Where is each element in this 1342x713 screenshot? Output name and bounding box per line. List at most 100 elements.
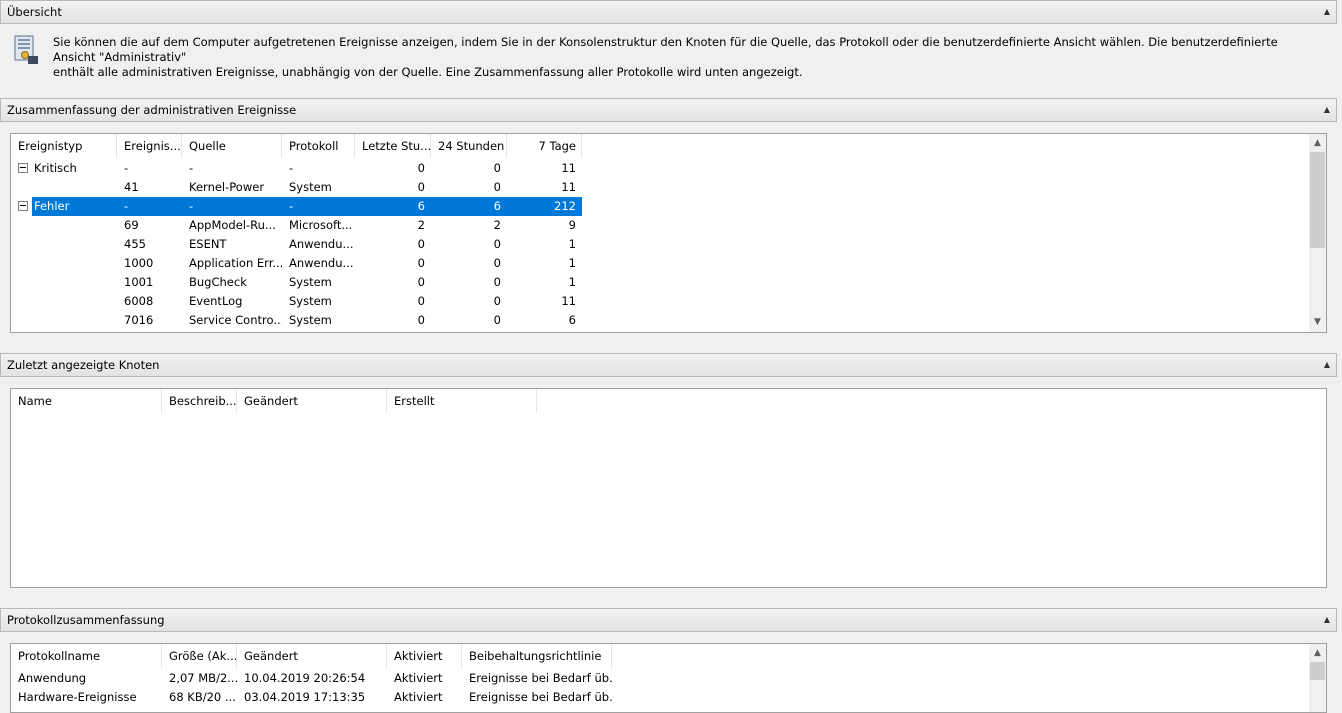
- recent-nodes-header[interactable]: Zuletzt angezeigte Knoten ▲: [0, 353, 1337, 377]
- cell-protokollname: Hardware-Ereignisse: [18, 690, 137, 704]
- scroll-down-icon[interactable]: ▼: [1309, 314, 1326, 331]
- cell-protokoll: System: [289, 275, 332, 289]
- overview-title: Übersicht: [7, 5, 62, 19]
- log-summary-list[interactable]: Protokollname Größe (Ak... Geändert Akti…: [10, 643, 1327, 713]
- cell-letzte-stunde: 0: [417, 237, 425, 251]
- cell-24-stunden: 2: [493, 218, 501, 232]
- table-row[interactable]: Kritisch - - - 0 0 11: [11, 159, 582, 178]
- cell-ereignistyp: [11, 178, 117, 197]
- col-header-aktiviert[interactable]: Aktiviert: [387, 644, 462, 668]
- cell-letzte-stunde: 0: [417, 313, 425, 327]
- table-row[interactable]: 1001 BugCheck System 0 0 1: [11, 273, 582, 292]
- cell-ereignis-id: 455: [124, 237, 146, 251]
- cell-quelle: Application Err...: [189, 256, 282, 270]
- table-row[interactable]: 455 ESENT Anwendu... 0 0 1: [11, 235, 582, 254]
- col-header-erstellt[interactable]: Erstellt: [387, 389, 537, 413]
- cell-24-stunden: 0: [493, 313, 501, 327]
- cell-protokoll: System: [289, 313, 332, 327]
- cell-beibehaltungsrichtlinie: Ereignisse bei Bedarf üb...: [469, 671, 612, 685]
- collapse-chevron-icon[interactable]: ▲: [1324, 99, 1330, 121]
- cell-7-tage: 1: [568, 237, 576, 251]
- overview-description-line2: enthält alle administrativen Ereignisse,…: [53, 65, 803, 79]
- scroll-up-icon[interactable]: ▲: [1309, 135, 1326, 152]
- overview-header[interactable]: Übersicht ▲: [0, 0, 1337, 24]
- cell-24-stunden: 0: [493, 237, 501, 251]
- cell-protokoll: System: [289, 294, 332, 308]
- admin-summary-title: Zusammenfassung der administrativen Erei…: [7, 103, 297, 117]
- collapse-chevron-icon[interactable]: ▲: [1324, 609, 1330, 631]
- table-row[interactable]: Fehler - - - 6 6 212: [11, 197, 582, 216]
- cell-letzte-stunde: 0: [417, 256, 425, 270]
- cell-ereignistyp: [11, 311, 117, 330]
- col-header-protokollname[interactable]: Protokollname: [11, 644, 162, 668]
- cell-quelle: AppModel-Ru...: [189, 218, 276, 232]
- cell-7-tage: 9: [568, 218, 576, 232]
- col-header-7-tage[interactable]: 7 Tage: [507, 134, 582, 158]
- cell-geaendert: 03.04.2019 17:13:35: [244, 690, 366, 704]
- cell-ereignistyp: [11, 235, 117, 254]
- admin-summary-header[interactable]: Zusammenfassung der administrativen Erei…: [0, 98, 1337, 122]
- col-header-name[interactable]: Name: [11, 389, 162, 413]
- cell-geaendert: 10.04.2019 20:26:54: [244, 671, 366, 685]
- table-row[interactable]: 7016 Service Contro... System 0 0 6: [11, 311, 582, 330]
- cell-protokollname: Anwendung: [18, 671, 87, 685]
- cell-quelle: BugCheck: [189, 275, 247, 289]
- cell-beibehaltungsrichtlinie: Ereignisse bei Bedarf üb...: [469, 690, 612, 704]
- cell-ereignistyp: [11, 292, 117, 311]
- cell-24-stunden: 0: [493, 275, 501, 289]
- cell-7-tage: 1: [568, 256, 576, 270]
- col-header-groesse[interactable]: Größe (Ak...: [162, 644, 237, 668]
- log-summary-title: Protokollzusammenfassung: [7, 613, 165, 627]
- cell-quelle: -: [189, 199, 194, 213]
- overview-description-line1: Sie können die auf dem Computer aufgetre…: [53, 35, 1278, 64]
- table-row[interactable]: 6008 EventLog System 0 0 11: [11, 292, 582, 311]
- cell-protokoll: -: [289, 161, 294, 175]
- log-summary-header[interactable]: Protokollzusammenfassung ▲: [0, 608, 1337, 632]
- cell-ereignis-id: 1001: [124, 275, 154, 289]
- col-header-beibehaltungsrichtlinie[interactable]: Beibehaltungsrichtlinie: [462, 644, 612, 668]
- table-row[interactable]: 1000 Application Err... Anwendu... 0 0 1: [11, 254, 582, 273]
- cell-protokoll: Anwendu...: [289, 237, 354, 251]
- cell-protokoll: Anwendu...: [289, 256, 354, 270]
- scrollbar-thumb[interactable]: [1310, 662, 1325, 680]
- collapse-chevron-icon[interactable]: ▲: [1324, 1, 1330, 23]
- recent-nodes-list[interactable]: Name Beschreib... Geändert Erstellt: [10, 388, 1327, 588]
- cell-quelle: EventLog: [189, 294, 243, 308]
- cell-ereignis-id: -: [124, 199, 129, 213]
- col-header-protokoll[interactable]: Protokoll: [282, 134, 355, 158]
- cell-ereignis-id: 7016: [124, 313, 154, 327]
- cell-24-stunden: 0: [493, 256, 501, 270]
- cell-7-tage: 1: [568, 275, 576, 289]
- admin-summary-list[interactable]: Ereignistyp Ereignis... Quelle Protokoll…: [10, 133, 1327, 333]
- col-header-letzte-stunde[interactable]: Letzte Stu...: [355, 134, 431, 158]
- table-row[interactable]: 41 Kernel-Power System 0 0 11: [11, 178, 582, 197]
- event-log-icon: [14, 34, 40, 66]
- col-header-24-stunden[interactable]: 24 Stunden: [431, 134, 507, 158]
- col-header-geaendert[interactable]: Geändert: [237, 644, 387, 668]
- table-row[interactable]: Hardware-Ereignisse 68 KB/20 ... 03.04.201…: [11, 688, 612, 707]
- cell-ereignistyp: Kritisch: [34, 161, 77, 175]
- cell-24-stunden: 0: [493, 294, 501, 308]
- collapse-chevron-icon[interactable]: ▲: [1324, 354, 1330, 376]
- admin-summary-scrollbar[interactable]: ▲ ▼: [1309, 134, 1326, 332]
- col-header-ereignis-id[interactable]: Ereignis...: [117, 134, 182, 158]
- table-row[interactable]: 69 AppModel-Ru... Microsoft... 2 2 9: [11, 216, 582, 235]
- col-header-beschreibung[interactable]: Beschreib...: [162, 389, 237, 413]
- cell-24-stunden: 0: [493, 161, 501, 175]
- cell-protokoll: Microsoft...: [289, 218, 353, 232]
- cell-ereignistyp: [11, 273, 117, 292]
- cell-letzte-stunde: 0: [417, 294, 425, 308]
- col-header-quelle[interactable]: Quelle: [182, 134, 282, 158]
- table-row[interactable]: Anwendung 2,07 MB/2... 10.04.2019 20:26:54…: [11, 669, 612, 688]
- log-summary-scrollbar[interactable]: ▲: [1309, 644, 1326, 712]
- cell-letzte-stunde: 2: [417, 218, 425, 232]
- scroll-up-icon[interactable]: ▲: [1309, 645, 1326, 662]
- cell-groesse: 2,07 MB/2...: [169, 671, 237, 685]
- scrollbar-thumb[interactable]: [1310, 152, 1325, 248]
- overview-panel: Sie können die auf dem Computer aufgetre…: [0, 24, 1337, 88]
- cell-24-stunden: 6: [493, 199, 501, 213]
- col-header-ereignistyp[interactable]: Ereignistyp: [11, 134, 117, 158]
- cell-7-tage: 11: [561, 180, 576, 194]
- cell-ereignistyp: [11, 254, 117, 273]
- col-header-geaendert[interactable]: Geändert: [237, 389, 387, 413]
